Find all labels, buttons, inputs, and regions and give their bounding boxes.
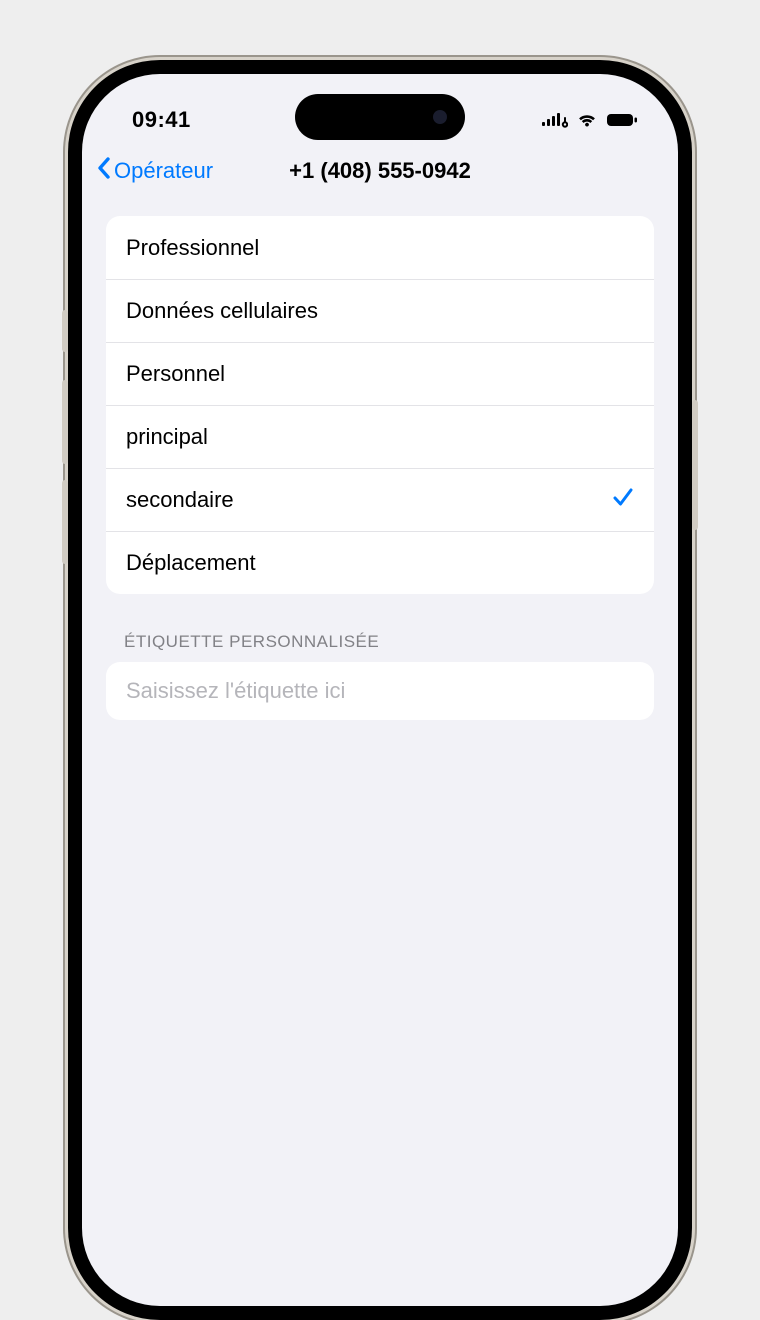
label-option[interactable]: Professionnel	[106, 216, 654, 279]
back-button[interactable]: Opérateur	[96, 156, 213, 186]
battery-icon	[606, 112, 638, 128]
label-option-text: Professionnel	[126, 235, 259, 261]
checkmark-icon	[612, 486, 634, 514]
label-option[interactable]: principal	[106, 405, 654, 468]
label-option-text: Déplacement	[126, 550, 256, 576]
content: Professionnel Données cellulaires Personne…	[82, 198, 678, 720]
custom-label-header: Étiquette personnalisée	[106, 594, 654, 662]
label-option-text: secondaire	[126, 487, 234, 513]
volume-down-button	[62, 480, 68, 564]
label-option[interactable]: secondaire	[106, 468, 654, 531]
label-option[interactable]: Personnel	[106, 342, 654, 405]
custom-label-input[interactable]	[126, 678, 634, 704]
label-option-text: principal	[126, 424, 208, 450]
wifi-icon	[576, 112, 598, 128]
label-option[interactable]: Données cellulaires	[106, 279, 654, 342]
nav-bar: Opérateur +1 (408) 555-0942	[82, 144, 678, 198]
status-icons	[542, 112, 638, 128]
label-option[interactable]: Déplacement	[106, 531, 654, 594]
mute-switch	[62, 310, 68, 352]
chevron-left-icon	[96, 156, 112, 186]
dual-sim-signal-icon	[542, 112, 568, 128]
side-button	[692, 400, 698, 530]
back-label: Opérateur	[114, 158, 213, 184]
dynamic-island	[295, 94, 465, 140]
screen: 09:41	[82, 74, 678, 1306]
label-option-text: Personnel	[126, 361, 225, 387]
custom-label-input-group	[106, 662, 654, 720]
label-option-text: Données cellulaires	[126, 298, 318, 324]
status-time: 09:41	[132, 107, 191, 133]
phone-frame: 09:41	[68, 60, 692, 1320]
volume-up-button	[62, 380, 68, 464]
label-options-group: Professionnel Données cellulaires Personne…	[106, 216, 654, 594]
